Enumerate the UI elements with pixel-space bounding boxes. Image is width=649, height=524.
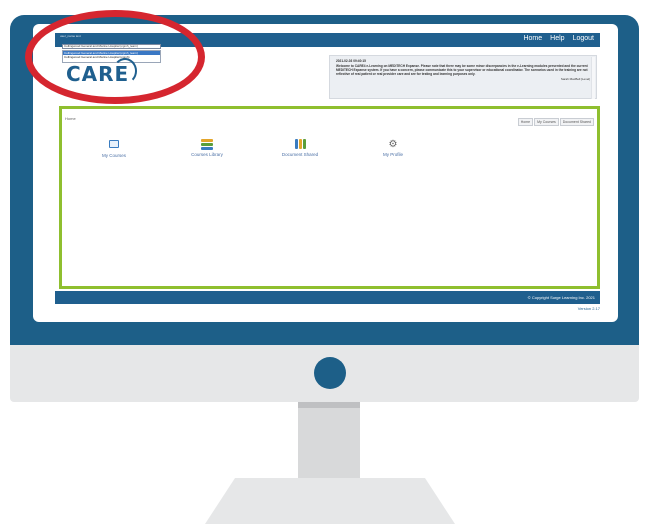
nav-home-link[interactable]: Home [523, 35, 542, 42]
power-button-icon [314, 357, 346, 389]
book-icon [108, 140, 120, 151]
tab-document-shared[interactable]: Document Shared [559, 118, 594, 126]
stack-icon [201, 139, 213, 150]
version-label: Version 2.17 [577, 306, 600, 311]
binders-icon [294, 139, 306, 150]
tab-home[interactable]: Home [517, 118, 534, 126]
tile-label: Document Shared [281, 152, 319, 157]
page-tabs: Home My Courses Document Shared [517, 118, 594, 126]
tile-my-profile[interactable]: ⚙ My Profile [363, 139, 423, 157]
announcement-signature: Sarah MacBell [Level] [560, 77, 590, 81]
nav-help-link[interactable]: Help [550, 35, 564, 42]
announcement-date: 2021-02-03 09:40:15 [336, 59, 366, 63]
monitor-stand-neck [298, 402, 360, 482]
announcement-scrollbar[interactable] [591, 57, 595, 99]
tile-my-courses[interactable]: My Courses [84, 139, 144, 158]
monitor-stand-base [205, 478, 455, 524]
tile-label: My Courses [101, 153, 126, 158]
main-content: Home Home My Courses Document Shared My … [59, 106, 600, 289]
app-footer: © Copyright Surge Learning Inc. 2021 [55, 291, 600, 304]
tile-courses-library[interactable]: Courses Library [177, 139, 237, 157]
nav-logout-link[interactable]: Logout [573, 35, 594, 42]
announcement-panel: 2021-02-03 09:40:15 Welcome to CARE4 e-L… [329, 55, 597, 99]
breadcrumb[interactable]: Home [65, 116, 76, 121]
announcement-text: Welcome to CARE4 e-Learning on MEDITECH … [336, 64, 588, 76]
tile-document-shared[interactable]: Document Shared [270, 139, 330, 157]
tools-icon: ⚙ [388, 139, 398, 150]
top-nav: Home Help Logout [523, 35, 594, 42]
tab-my-courses[interactable]: My Courses [534, 118, 559, 126]
tile-label: My Profile [382, 152, 403, 157]
monitor-stand-shadow [298, 402, 360, 408]
red-highlight-circle [25, 10, 205, 104]
tile-label: Courses Library [191, 152, 223, 157]
